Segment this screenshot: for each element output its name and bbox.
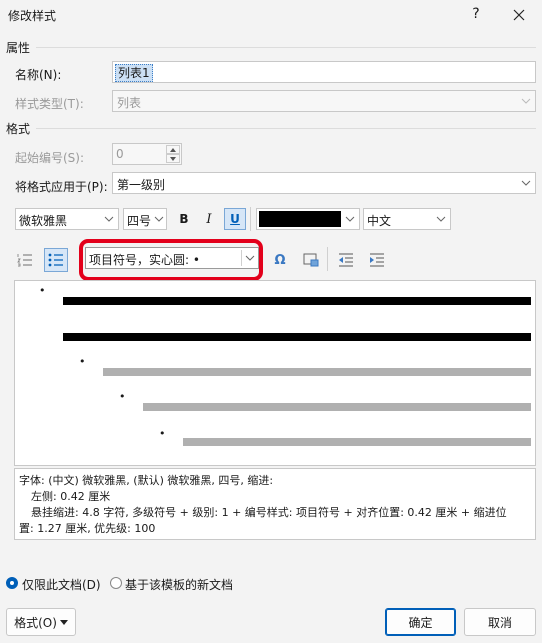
description-line: 字体: (中文) 微软雅黑, (默认) 微软雅黑, 四号, 缩进: (19, 474, 274, 487)
bullet-style-select[interactable]: 项目符号，实心圆: • (85, 247, 259, 269)
close-button[interactable] (508, 4, 530, 26)
preview-line (103, 368, 531, 376)
start-number-value: 0 (116, 147, 124, 161)
preview-bullet: • (39, 284, 46, 297)
font-size-select[interactable]: 四号 (123, 208, 167, 230)
format-menu-label: 格式(O) (14, 615, 57, 630)
name-value: 列表1 (115, 64, 153, 82)
start-number-label: 起始编号(S): (15, 151, 85, 165)
script-value: 中文 (367, 214, 392, 228)
preview-line (183, 438, 531, 446)
preview-bullet: • (119, 390, 126, 403)
chevron-down-icon (242, 248, 258, 268)
new-documents-template-label[interactable]: 基于该模板的新文档 (125, 576, 233, 593)
bold-button[interactable]: B (174, 209, 194, 229)
description-line: 左侧: 0.42 厘米 (31, 490, 111, 503)
increase-indent-icon (370, 253, 384, 267)
description-line: 悬挂缩进: 4.8 字符, 多级符号 + 级别: 1 + 编号样式: 项目符号 … (31, 506, 507, 519)
caret-down-icon (59, 619, 68, 625)
numbered-list-button[interactable] (15, 250, 35, 270)
divider (36, 47, 536, 48)
new-documents-template-radio[interactable] (110, 577, 122, 589)
script-select[interactable]: 中文 (363, 208, 451, 230)
apply-to-label: 将格式应用于(P): (15, 180, 108, 194)
insert-symbol-button[interactable]: Ω (270, 250, 290, 270)
format-menu-button[interactable]: 格式(O) (6, 608, 76, 636)
chevron-down-icon (152, 209, 166, 229)
decrease-indent-icon (339, 253, 353, 267)
numbered-list-icon (17, 254, 32, 267)
color-swatch (259, 211, 341, 227)
font-name-value: 微软雅黑 (19, 214, 68, 228)
preview-bullet: • (159, 427, 166, 440)
decrease-indent-button[interactable] (336, 250, 356, 270)
help-button[interactable]: ? (466, 4, 486, 24)
start-number-spinner: 0 (112, 143, 182, 165)
italic-button[interactable]: I (199, 209, 219, 229)
increase-indent-button[interactable] (367, 250, 387, 270)
name-label: 名称(N): (15, 68, 62, 82)
toolbar-divider (250, 207, 251, 231)
section-format: 格式 (6, 122, 31, 136)
chevron-down-icon (100, 209, 118, 229)
preview-line (63, 333, 531, 341)
spinner-up-icon (166, 145, 180, 154)
bullet-style-value: 项目符号，实心圆: • (89, 253, 200, 267)
preview-line (63, 297, 531, 305)
preview-line (143, 403, 531, 411)
underline-button[interactable]: U (224, 208, 246, 230)
picture-icon (303, 253, 319, 267)
cancel-button[interactable]: 取消 (464, 608, 536, 636)
window-title: 修改样式 (8, 9, 57, 23)
divider (36, 128, 536, 129)
style-type-select: 列表 (112, 90, 536, 112)
name-input[interactable]: 列表1 (112, 61, 536, 83)
bullet-list-button[interactable] (44, 248, 68, 272)
title-bar (0, 0, 542, 30)
chevron-down-icon (517, 173, 535, 193)
chevron-down-icon (432, 209, 450, 229)
font-size-value: 四号 (127, 214, 152, 228)
style-type-value: 列表 (117, 96, 142, 110)
style-description: 字体: (中文) 微软雅黑, (默认) 微软雅黑, 四号, 缩进: 左侧: 0.… (14, 468, 536, 540)
font-color-select[interactable] (256, 208, 360, 230)
description-line: 置: 1.27 厘米, 优先级: 100 (19, 522, 156, 535)
chevron-down-icon (341, 209, 359, 229)
chevron-down-icon (517, 91, 535, 111)
section-properties: 属性 (6, 41, 31, 55)
spinner-down-icon (166, 154, 180, 163)
ok-button[interactable]: 确定 (385, 608, 456, 636)
apply-to-select[interactable]: 第一级别 (112, 172, 536, 194)
font-name-select[interactable]: 微软雅黑 (15, 208, 119, 230)
apply-to-value: 第一级别 (117, 178, 166, 192)
picture-bullet-button[interactable] (301, 250, 321, 270)
style-type-label: 样式类型(T): (15, 97, 84, 111)
only-this-document-label[interactable]: 仅限此文档(D) (22, 576, 101, 593)
preview-bullet: • (79, 355, 86, 368)
preview-pane: • • • • (14, 280, 536, 466)
only-this-document-radio[interactable] (6, 577, 18, 589)
toolbar-divider (327, 247, 328, 271)
bullet-list-icon (48, 253, 63, 267)
close-icon (513, 9, 525, 21)
